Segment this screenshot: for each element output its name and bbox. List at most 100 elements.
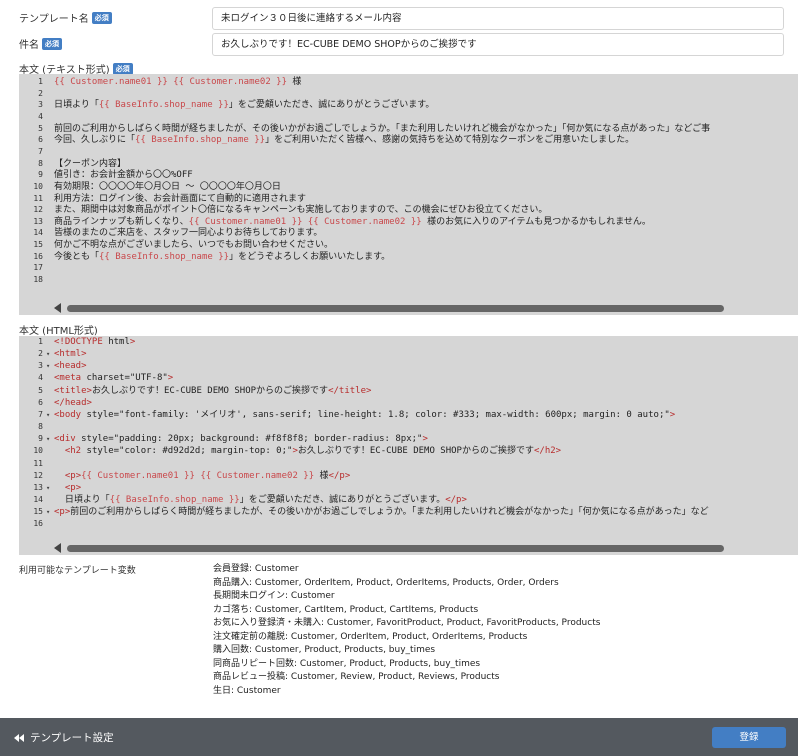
scroll-left-arrow-icon[interactable] (54, 543, 61, 553)
code-line[interactable]: 6 今回、久しぶりに「{{ BaseInfo.shop_name }}」をご利用い… (19, 134, 798, 146)
code-text: <p>{{ Customer.name01 }} {{ Customer.nam… (64, 470, 351, 481)
scrollbar-thumb[interactable] (67, 545, 724, 552)
code-line[interactable]: 11 利用方法：ログイン後、お会計画面にて自動的に適用されます (19, 193, 798, 205)
template-name-label: テンプレート名 必須 (19, 10, 112, 25)
body-html-label: 本文 (HTML形式) (19, 322, 98, 337)
line-number-gutter: 8 (19, 421, 51, 433)
code-line[interactable]: 4 <meta charset="UTF-8"> (19, 372, 798, 384)
subject-label-text: 件名 (19, 40, 39, 51)
code-text: 利用方法：ログイン後、お会計画面にて自動的に適用されます (54, 193, 307, 204)
subject-input[interactable]: お久しぶりです！EC-CUBE DEMO SHOPからのご挨拶です (212, 33, 784, 56)
code-line[interactable]: 14 日頃より「{{ BaseInfo.shop_name }}」をご愛顧いただ… (19, 494, 798, 506)
template-variable-item: お気に入り登録済・未購入: Customer, FavoritProduct, … (213, 618, 601, 628)
line-number-gutter: 14 (19, 494, 51, 506)
body-html-label-text: 本文 (HTML形式) (19, 326, 98, 337)
template-name-input[interactable]: 未ログイン３０日後に連絡するメール内容 (212, 7, 784, 30)
code-line[interactable]: 14 皆様のまたのご来店を、スタッフ一同心よりお待ちしております。 (19, 227, 798, 239)
line-number: 3 (38, 100, 43, 110)
code-text: 今後とも「{{ BaseInfo.shop_name }}」をどうぞよろしくお願… (54, 251, 391, 262)
scrollbar-thumb[interactable] (67, 305, 724, 312)
code-text: <p>前回のご利用からしばらく時間が経ちましたが、その後いかがお過ごしでしょうか… (54, 507, 709, 518)
line-number-gutter: 2 ▾ (19, 348, 51, 360)
template-variable-item: 同商品リピート回数: Customer, Product, Products, … (213, 658, 481, 669)
code-line[interactable]: 7 ▾ <body style="font-family: 'メイリオ', sans… (19, 409, 798, 421)
line-number-gutter: 1 (19, 76, 51, 88)
back-label: テンプレート設定 (30, 732, 114, 744)
code-line[interactable]: 5 前回のご利用からしばらく時間が経ちましたが、その後いかがお過ごしでしょうか。「… (19, 123, 798, 135)
line-number: 15 (33, 240, 43, 250)
code-text: 商品ラインナップも新しくなり、{{ Customer.name01 }} {{ … (54, 216, 651, 227)
scroll-left-arrow-icon[interactable] (54, 303, 61, 313)
fold-arrow-icon[interactable]: ▾ (46, 482, 50, 494)
body-text-hscrollbar[interactable] (19, 301, 798, 315)
required-badge: 必須 (112, 62, 133, 75)
code-line[interactable]: 4 (19, 111, 798, 123)
template-variable-item: 会員登録: Customer (213, 564, 299, 574)
code-line[interactable]: 11 (19, 458, 798, 470)
code-line[interactable]: 12 また、期間中は対象商品がポイント〇倍になるキャンペーンも実施しておりますので… (19, 204, 798, 216)
line-number: 2 (38, 88, 43, 98)
code-line[interactable]: 9 値引き：お会計金額から〇〇%OFF (19, 169, 798, 181)
code-line[interactable]: 5 <title>お久しぶりです！EC-CUBE DEMO SHOPからのご挨拶で… (19, 385, 798, 397)
code-line[interactable]: 1 <!DOCTYPE html> (19, 336, 798, 348)
code-text: <h2 style="color: #d92d2d; margin-top: 0… (64, 446, 562, 457)
line-number-gutter: 9 ▾ (19, 433, 51, 445)
code-line[interactable]: 8 (19, 421, 798, 433)
line-number: 2 (38, 349, 43, 359)
line-number-gutter: 6 (19, 397, 51, 409)
fold-arrow-icon[interactable]: ▾ (46, 433, 50, 445)
code-text: 【クーポン内容】 (54, 158, 127, 169)
code-line[interactable]: 9 ▾ <div style="padding: 20px; background:… (19, 433, 798, 445)
code-text: 皆様のまたのご来店を、スタッフ一同心よりお待ちしております。 (54, 228, 323, 239)
code-line[interactable]: 3 日頃より「{{ BaseInfo.shop_name }}」をご愛顧いただき、… (19, 99, 798, 111)
body-html-editor[interactable]: 1 <!DOCTYPE html> 2 ▾ <html> 3 ▾ <head> 4 <meta c… (19, 336, 798, 543)
back-to-template-settings-link[interactable]: テンプレート設定 (14, 730, 114, 745)
code-line[interactable]: 2 ▾ <html> (19, 348, 798, 360)
fold-arrow-icon[interactable]: ▾ (46, 348, 50, 360)
code-line[interactable]: 16 (19, 518, 798, 530)
code-line[interactable]: 15 何かご不明な点がございましたら、いつでもお問い合わせください。 (19, 239, 798, 251)
line-number: 1 (38, 77, 43, 86)
body-html-hscrollbar[interactable] (19, 541, 798, 555)
register-button[interactable]: 登録 (712, 727, 786, 748)
fold-arrow-icon[interactable]: ▾ (46, 360, 50, 372)
code-line[interactable]: 10 有効期限：〇〇〇〇年〇月〇日 ～ 〇〇〇〇年〇月〇日 (19, 181, 798, 193)
fold-arrow-icon[interactable]: ▾ (46, 409, 50, 421)
code-line[interactable]: 13 商品ラインナップも新しくなり、{{ Customer.name01 }} {… (19, 216, 798, 228)
code-line[interactable]: 13 ▾ <p> (19, 482, 798, 494)
code-line[interactable]: 3 ▾ <head> (19, 360, 798, 372)
line-number-gutter: 12 (19, 470, 51, 482)
code-line[interactable]: 18 (19, 274, 798, 286)
code-line[interactable]: 1 {{ Customer.name01 }} {{ Customer.name0… (19, 76, 798, 88)
code-line[interactable]: 8 【クーポン内容】 (19, 158, 798, 170)
code-line[interactable]: 6 </head> (19, 397, 798, 409)
line-number-gutter: 13 (19, 216, 51, 228)
line-number: 14 (33, 494, 43, 504)
line-number-gutter: 4 (19, 372, 51, 384)
code-line[interactable]: 7 (19, 146, 798, 158)
code-text: </head> (54, 397, 92, 408)
code-text: 何かご不明な点がございましたら、いつでもお問い合わせください。 (54, 240, 334, 251)
template-variables-label: 利用可能なテンプレート変数 (19, 566, 136, 576)
code-line[interactable]: 16 今後とも「{{ BaseInfo.shop_name }}」をどうぞよろしく… (19, 251, 798, 263)
line-number-gutter: 1 (19, 336, 51, 348)
line-number: 7 (38, 409, 43, 419)
line-number-gutter: 15 ▾ (19, 506, 51, 518)
line-number: 13 (33, 482, 43, 492)
line-number-gutter: 13 ▾ (19, 482, 51, 494)
code-line[interactable]: 17 (19, 262, 798, 274)
line-number: 1 (38, 337, 43, 346)
code-line[interactable]: 15 ▾ <p>前回のご利用からしばらく時間が経ちましたが、その後いかがお過ごしでし… (19, 506, 798, 518)
line-number-gutter: 11 (19, 193, 51, 205)
code-line[interactable]: 12 <p>{{ Customer.name01 }} {{ Customer.… (19, 470, 798, 482)
fold-arrow-icon[interactable]: ▾ (46, 506, 50, 518)
line-number: 9 (38, 434, 43, 444)
template-variable-item: カゴ落ち: Customer, CartItem, Product, CartI… (213, 604, 479, 615)
line-number: 10 (33, 446, 43, 456)
body-text-editor[interactable]: 1 {{ Customer.name01 }} {{ Customer.name0… (19, 74, 798, 301)
code-line[interactable]: 2 (19, 88, 798, 100)
line-number: 6 (38, 135, 43, 145)
required-badge: 必須 (91, 11, 112, 24)
code-line[interactable]: 10 <h2 style="color: #d92d2d; margin-top… (19, 445, 798, 457)
code-text: 前回のご利用からしばらく時間が経ちましたが、その後いかがお過ごしでしょうか。「ま… (54, 123, 711, 134)
